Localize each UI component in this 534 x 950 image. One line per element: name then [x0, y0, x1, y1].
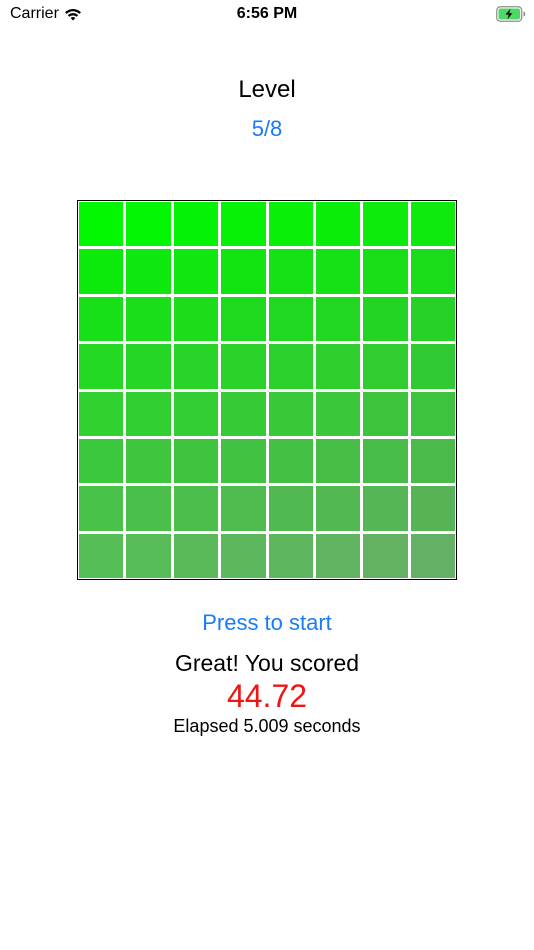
elapsed-time: Elapsed 5.009 seconds — [173, 716, 361, 736]
grid-cell[interactable] — [173, 533, 219, 578]
grid-cell[interactable] — [79, 249, 124, 294]
grid-cell[interactable] — [268, 391, 313, 436]
grid-cell[interactable] — [126, 202, 171, 247]
grid-cell[interactable] — [268, 533, 313, 578]
grid-cell[interactable] — [363, 391, 408, 436]
grid-cell[interactable] — [315, 202, 361, 247]
grid-cell[interactable] — [363, 202, 408, 247]
grid-cell[interactable] — [221, 249, 266, 294]
grid-cell[interactable] — [173, 391, 219, 436]
grid-cell[interactable] — [363, 486, 408, 531]
grid-cell[interactable] — [363, 296, 408, 342]
battery-charging-icon — [496, 6, 526, 22]
grid-cell[interactable] — [410, 391, 455, 436]
grid-cell[interactable] — [126, 249, 171, 294]
start-button[interactable]: Press to start — [0, 610, 534, 636]
grid-cell[interactable] — [268, 296, 313, 342]
grid-cell[interactable] — [221, 486, 266, 531]
grid-cell[interactable] — [268, 344, 313, 389]
grid-cell[interactable] — [315, 486, 361, 531]
grid-cell[interactable] — [315, 296, 361, 342]
grid-cell[interactable] — [126, 296, 171, 342]
grid-cell[interactable] — [79, 296, 124, 342]
grid-cell[interactable] — [221, 344, 266, 389]
grid-cell[interactable] — [126, 344, 171, 389]
grid-cell[interactable] — [410, 249, 455, 294]
grid-cell[interactable] — [363, 344, 408, 389]
grid-cell[interactable] — [126, 533, 171, 578]
level-title: Level — [238, 76, 296, 103]
grid-cell[interactable] — [410, 202, 455, 247]
grid-cell[interactable] — [363, 438, 408, 484]
level-value: 5/8 — [251, 116, 283, 141]
grid-cell[interactable] — [221, 391, 266, 436]
grid-cell[interactable] — [173, 344, 219, 389]
result-message: Great! You scored — [174, 650, 360, 676]
grid-cell[interactable] — [268, 202, 313, 247]
grid-cell[interactable] — [221, 533, 266, 578]
grid-cell[interactable] — [126, 438, 171, 484]
grid-cell[interactable] — [410, 296, 455, 342]
game-screen: Carrier 6:56 PM Level 5/8 Press to start… — [0, 0, 534, 950]
grid-cell[interactable] — [363, 249, 408, 294]
grid-cell[interactable] — [315, 344, 361, 389]
grid-cell[interactable] — [221, 438, 266, 484]
grid-cell[interactable] — [268, 249, 313, 294]
grid-cell[interactable] — [268, 486, 313, 531]
grid-cell[interactable] — [79, 344, 124, 389]
grid-cell[interactable] — [221, 202, 266, 247]
grid-cell[interactable] — [410, 344, 455, 389]
grid-cell[interactable] — [126, 391, 171, 436]
grid-cell[interactable] — [126, 486, 171, 531]
grid-cell[interactable] — [410, 438, 455, 484]
grid-cell[interactable] — [315, 533, 361, 578]
grid-cell[interactable] — [315, 249, 361, 294]
grid-cell[interactable] — [315, 438, 361, 484]
grid-cell[interactable] — [79, 391, 124, 436]
color-grid — [79, 202, 455, 578]
color-grid-board — [77, 200, 457, 580]
score-value: 44.72 — [226, 678, 308, 714]
grid-cell[interactable] — [410, 486, 455, 531]
grid-cell[interactable] — [79, 533, 124, 578]
status-time: 6:56 PM — [236, 5, 298, 22]
grid-cell[interactable] — [79, 438, 124, 484]
grid-cell[interactable] — [221, 296, 266, 342]
grid-cell[interactable] — [173, 486, 219, 531]
grid-cell[interactable] — [315, 391, 361, 436]
status-bar: Carrier 6:56 PM — [0, 0, 534, 30]
grid-cell[interactable] — [79, 486, 124, 531]
grid-cell[interactable] — [410, 533, 455, 578]
grid-cell[interactable] — [79, 202, 124, 247]
grid-cell[interactable] — [173, 296, 219, 342]
grid-cell[interactable] — [363, 533, 408, 578]
grid-cell[interactable] — [173, 249, 219, 294]
grid-cell[interactable] — [173, 438, 219, 484]
grid-cell[interactable] — [173, 202, 219, 247]
grid-cell[interactable] — [268, 438, 313, 484]
